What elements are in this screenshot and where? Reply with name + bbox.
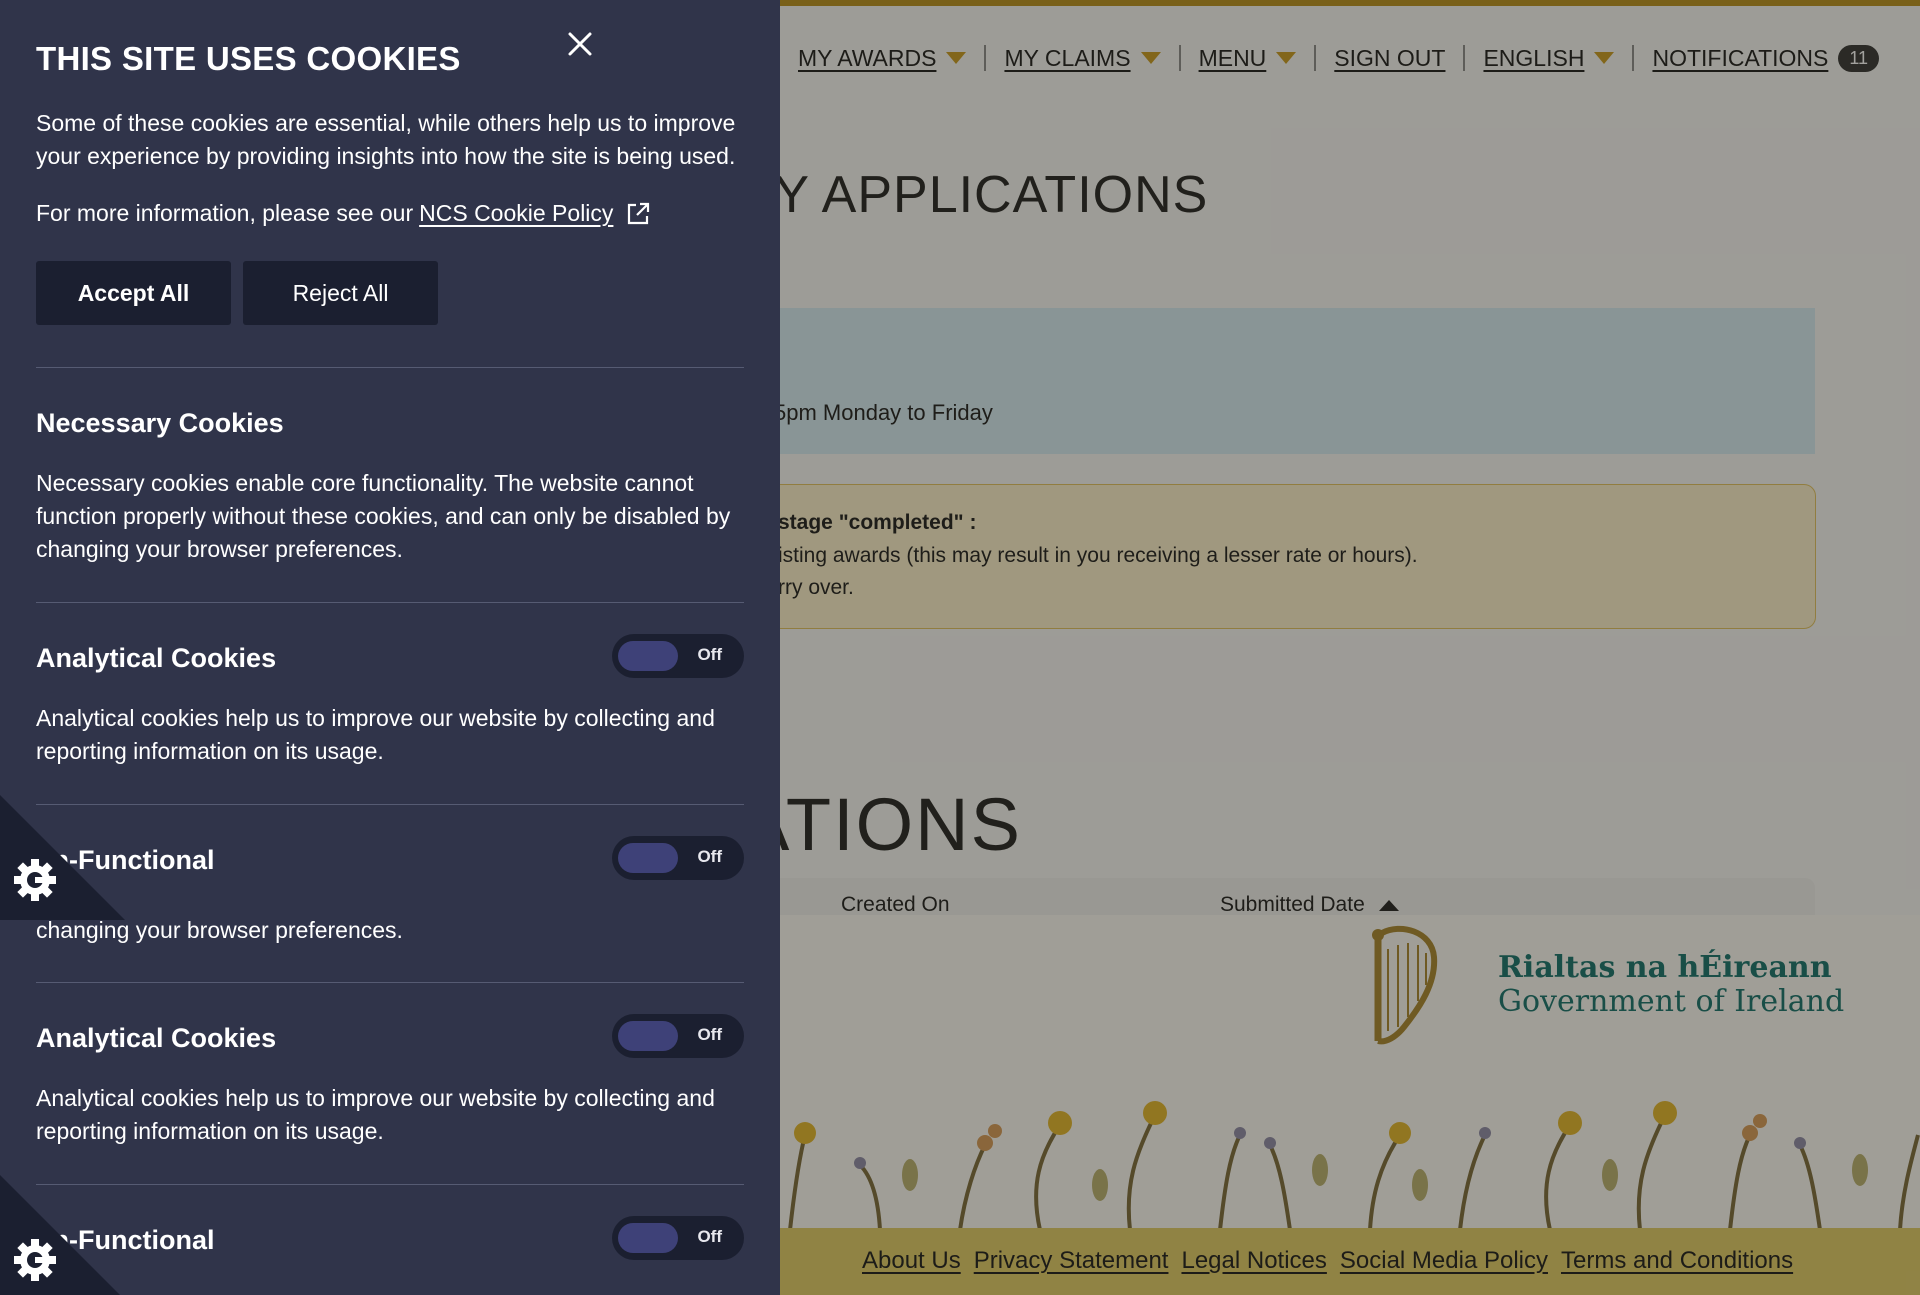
toggle-state-label: Off bbox=[697, 847, 722, 866]
toggle-knob bbox=[618, 641, 678, 671]
nonfunctional-cookies-desc: changing your browser preferences. bbox=[36, 917, 403, 943]
toggle-knob bbox=[618, 843, 678, 873]
cookie-panel-title: THIS SITE USES COOKIES bbox=[36, 40, 461, 77]
cookie-settings-tab[interactable] bbox=[0, 795, 125, 920]
toggle-state-label: Off bbox=[697, 1025, 722, 1044]
toggle-state-label: Off bbox=[697, 645, 722, 664]
analytical-cookies-toggle[interactable]: Off bbox=[612, 634, 744, 678]
nonfunctional-cookies-toggle[interactable]: Off bbox=[612, 1216, 744, 1260]
analytical-cookies-desc: Analytical cookies help us to improve ou… bbox=[36, 1085, 715, 1144]
cookie-settings-icon bbox=[0, 795, 125, 920]
divider bbox=[36, 804, 744, 805]
divider bbox=[36, 602, 744, 603]
close-button[interactable] bbox=[560, 24, 600, 64]
nonfunctional-cookies-toggle[interactable]: Off bbox=[612, 836, 744, 880]
analytical-cookies-title: Analytical Cookies bbox=[36, 1023, 277, 1053]
analytical-cookies-desc: Analytical cookies help us to improve ou… bbox=[36, 705, 715, 764]
toggle-knob bbox=[618, 1021, 678, 1051]
external-link-icon bbox=[628, 202, 650, 224]
toggle-knob bbox=[618, 1223, 678, 1253]
necessary-cookies-title: Necessary Cookies bbox=[36, 408, 284, 438]
cookie-settings-icon bbox=[0, 1175, 120, 1295]
divider bbox=[36, 367, 744, 368]
necessary-cookies-desc: Necessary cookies enable core functional… bbox=[36, 470, 731, 562]
analytical-cookies-title: Analytical Cookies bbox=[36, 643, 277, 673]
toggle-state-label: Off bbox=[697, 1227, 722, 1246]
cookie-settings-tab[interactable] bbox=[0, 1175, 125, 1295]
cookie-more-info-prefix: For more information, please see our bbox=[36, 200, 414, 226]
reject-all-button[interactable]: Reject All bbox=[243, 261, 438, 325]
cookie-more-info: For more information, please see our NCS… bbox=[36, 200, 651, 227]
divider bbox=[36, 1184, 744, 1185]
cookie-policy-link[interactable]: NCS Cookie Policy bbox=[419, 200, 613, 227]
close-icon bbox=[568, 32, 592, 56]
divider bbox=[36, 982, 744, 983]
analytical-cookies-toggle[interactable]: Off bbox=[612, 1014, 744, 1058]
cookie-consent-panel: THIS SITE USES COOKIES Some of these coo… bbox=[0, 0, 780, 1295]
accept-all-button[interactable]: Accept All bbox=[36, 261, 231, 325]
cookie-intro-text: Some of these cookies are essential, whi… bbox=[36, 110, 736, 169]
